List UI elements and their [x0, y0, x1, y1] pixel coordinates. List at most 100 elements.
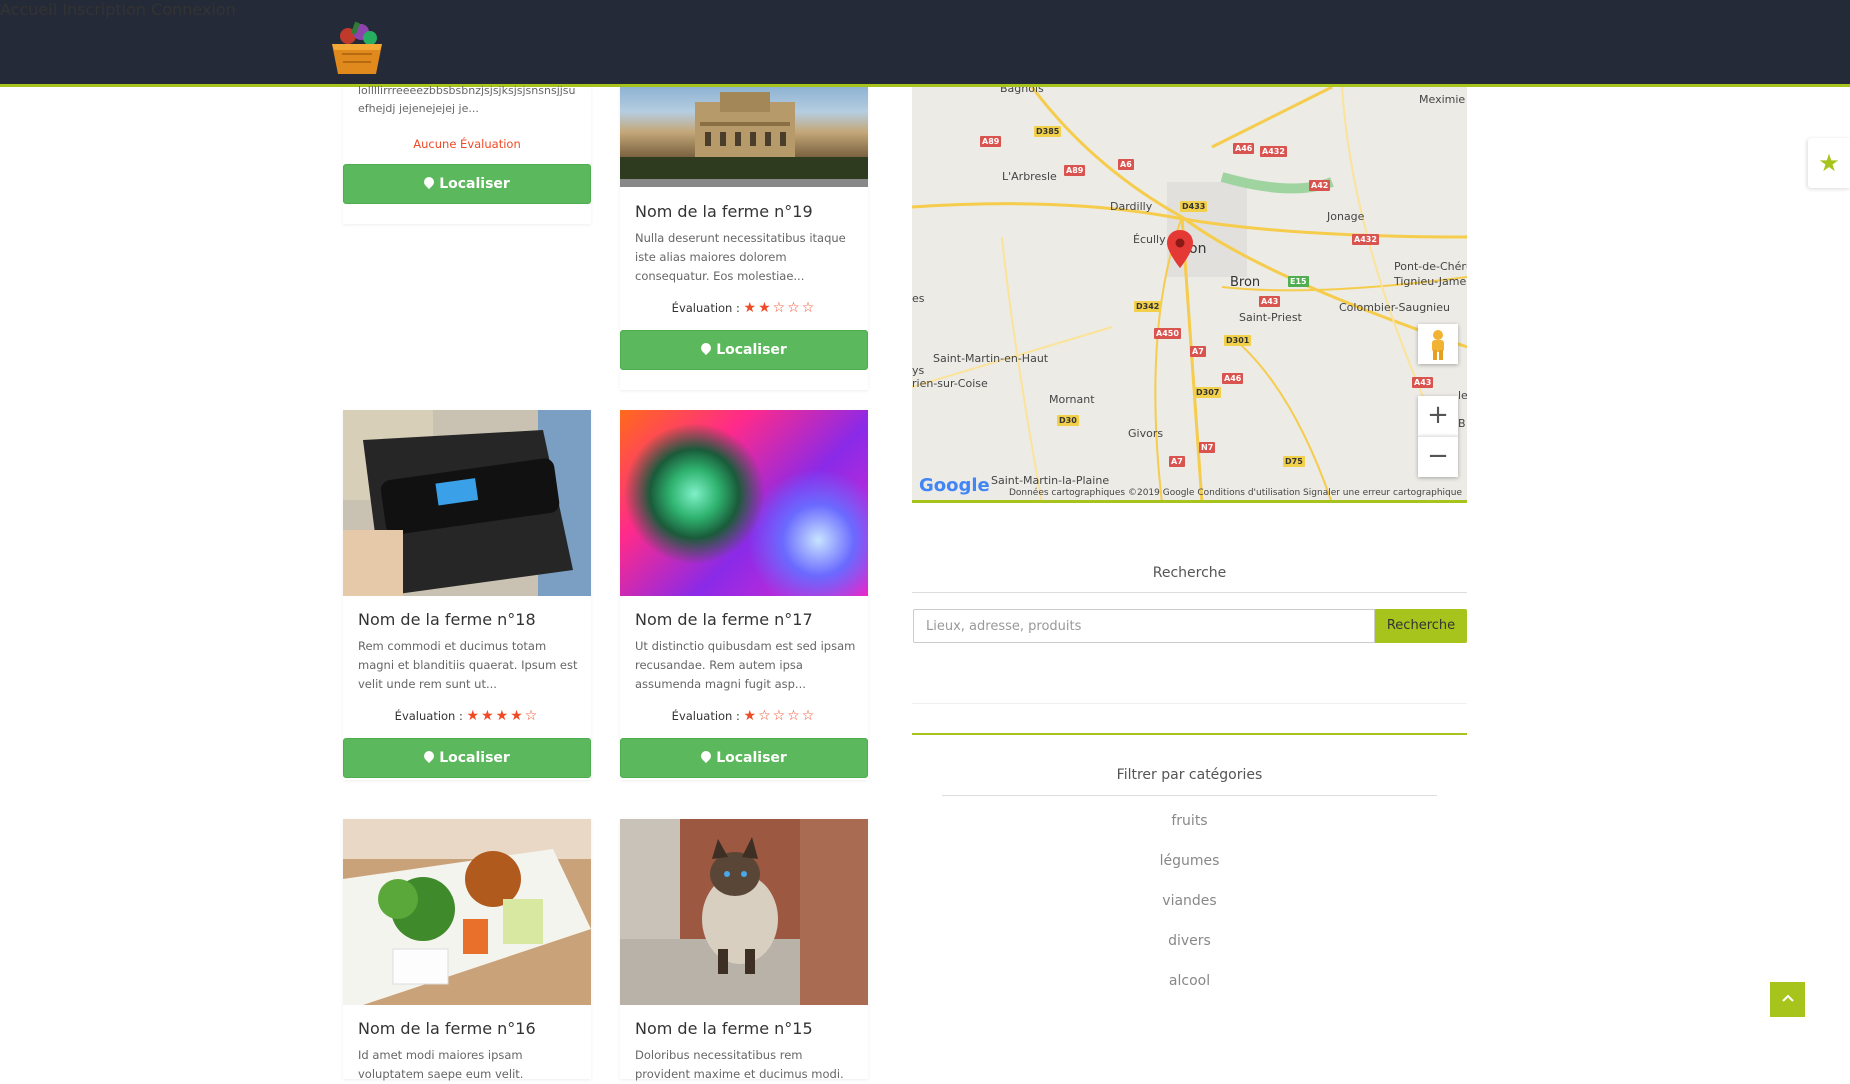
- map-label: Colombier-Saugnieu: [1339, 301, 1450, 314]
- map-label: Givors: [1128, 427, 1164, 440]
- road-badge: A42: [1309, 180, 1331, 191]
- map-label: Mornant: [1049, 393, 1095, 406]
- farm-photo[interactable]: [343, 819, 591, 1005]
- map-attribution[interactable]: Données cartographiques ©2019 Google Con…: [1009, 488, 1462, 498]
- farm-card: Nom de la ferme n°18 Rem commodi et duci…: [343, 410, 591, 780]
- search-input[interactable]: [913, 609, 1375, 643]
- basket-logo-icon[interactable]: [328, 20, 386, 76]
- road-badge: N7: [1199, 442, 1216, 453]
- road-badge: A46: [1222, 373, 1244, 384]
- location-marker-icon[interactable]: [1167, 230, 1193, 268]
- map-label: L'Arbresle: [1002, 170, 1057, 183]
- map-label: Saint-Martin-en-Haut: [933, 352, 1049, 365]
- road-badge: A7: [1169, 456, 1185, 467]
- road-badge: A46: [1233, 143, 1255, 154]
- nav-login-link[interactable]: Connexion: [151, 0, 236, 19]
- locate-button-label: Localiser: [716, 342, 787, 358]
- road-badge: D385: [1034, 126, 1062, 137]
- nav-signup-link[interactable]: Inscription: [62, 0, 146, 19]
- farm-card: Nom de la ferme n°16 Id amet modi maiore…: [343, 819, 591, 1081]
- chateau-image: [620, 92, 868, 187]
- divider: [912, 592, 1467, 593]
- road-badge: D433: [1180, 201, 1208, 212]
- road-badge: A89: [980, 136, 1002, 147]
- favorites-star-icon[interactable]: ★: [1808, 138, 1850, 188]
- road-badge: A432: [1352, 234, 1379, 245]
- farm-photo[interactable]: [620, 819, 868, 1005]
- road-badge: D342: [1134, 301, 1162, 312]
- card-title[interactable]: Nom de la ferme n°15: [635, 1019, 813, 1038]
- map-label: Meximie: [1419, 93, 1466, 106]
- map-marker-icon: [699, 340, 714, 356]
- road-badge: A6: [1118, 159, 1134, 170]
- map-marker-icon: [422, 748, 437, 764]
- road-badge: A450: [1154, 328, 1181, 339]
- map-label: Écully: [1133, 233, 1166, 246]
- map-label: ys: [912, 364, 925, 377]
- card-description: Ut distinctio quibusdam est sed ipsam re…: [635, 639, 856, 691]
- rating-label: Évaluation :: [394, 709, 463, 723]
- star-rating-icon: ★☆☆☆☆: [743, 708, 817, 724]
- search-section-title: Recherche: [1152, 565, 1227, 581]
- top-navbar: Accueil Inscription Connexion: [0, 0, 1850, 87]
- map-label: rien-sur-Coise: [912, 377, 988, 390]
- road-badge: E15: [1288, 276, 1309, 287]
- road-badge: A43: [1259, 296, 1281, 307]
- locate-button[interactable]: Localiser: [343, 164, 591, 204]
- road-badge: D307: [1194, 387, 1222, 398]
- map-label: B: [1458, 417, 1466, 430]
- category-link-fruits[interactable]: fruits: [912, 813, 1467, 829]
- filter-section-title: Filtrer par catégories: [1116, 767, 1263, 783]
- road-badge: D75: [1283, 456, 1305, 467]
- category-link-alcool[interactable]: alcool: [912, 973, 1467, 989]
- card-title[interactable]: Nom de la ferme n°19: [635, 202, 813, 221]
- star-rating-icon: ★★★★☆: [466, 708, 540, 724]
- nav-home-link[interactable]: Accueil: [0, 0, 57, 19]
- divider: [912, 733, 1467, 735]
- search-button[interactable]: Recherche: [1375, 609, 1467, 643]
- card-rating: Évaluation : ★☆☆☆☆: [620, 708, 868, 724]
- rating-label: Évaluation :: [671, 709, 740, 723]
- farm-photo[interactable]: [343, 410, 591, 596]
- farm-card: Nom de la ferme n°19 Nulla deserunt nece…: [620, 87, 868, 390]
- map-marker-icon: [699, 748, 714, 764]
- card-title[interactable]: Nom de la ferme n°16: [358, 1019, 536, 1038]
- map-label: es: [912, 292, 925, 305]
- food-box-image: [343, 819, 591, 1005]
- google-logo: Google: [919, 475, 990, 496]
- map-label: le: [1458, 389, 1467, 402]
- farm-card: Nom de la ferme n°17 Ut distinctio quibu…: [620, 410, 868, 780]
- locate-button[interactable]: Localiser: [620, 330, 868, 370]
- card-rating: Évaluation : ★★★★☆: [343, 708, 591, 724]
- music-player-image: [343, 410, 591, 596]
- card-description: Nulla deserunt necessitatibus itaque ist…: [635, 231, 846, 283]
- rating-label: Évaluation :: [671, 301, 740, 315]
- map-label: Jonage: [1327, 210, 1365, 223]
- category-link-legumes[interactable]: légumes: [912, 853, 1467, 869]
- locate-button[interactable]: Localiser: [620, 738, 868, 778]
- map-roads: [912, 87, 1467, 500]
- star-rating-icon: ★★☆☆☆: [743, 300, 817, 316]
- card-title[interactable]: Nom de la ferme n°17: [635, 610, 813, 629]
- locate-button-label: Localiser: [716, 750, 787, 766]
- back-to-top-button[interactable]: [1770, 982, 1805, 1017]
- category-link-divers[interactable]: divers: [912, 933, 1467, 949]
- google-map[interactable]: Bagnols Meximie L'Arbresle Dardilly Écul…: [912, 87, 1467, 503]
- map-label: Tignieu-Jame: [1394, 275, 1467, 288]
- road-badge: A89: [1064, 165, 1086, 176]
- card-title[interactable]: Nom de la ferme n°18: [358, 610, 536, 629]
- card-description: lollllirrreeeezbbsbsbnzjsjsjksjsjsnsnsjj…: [358, 84, 576, 115]
- street-view-pegman-icon[interactable]: [1418, 324, 1458, 364]
- farm-photo[interactable]: [620, 87, 868, 187]
- card-description: Id amet modi maiores ipsam voluptatem sa…: [358, 1048, 524, 1081]
- locate-button[interactable]: Localiser: [343, 738, 591, 778]
- map-label: Bron: [1230, 275, 1261, 290]
- map-label: Pont-de-Chéru: [1394, 260, 1467, 273]
- zoom-in-button[interactable]: +: [1418, 396, 1458, 436]
- road-badge: A7: [1190, 346, 1206, 357]
- farm-photo[interactable]: [620, 410, 868, 596]
- zoom-out-button[interactable]: −: [1418, 436, 1458, 477]
- map-label: Bagnols: [1000, 87, 1044, 95]
- category-link-viandes[interactable]: viandes: [912, 893, 1467, 909]
- card-description: Rem commodi et ducimus totam magni et bl…: [358, 639, 578, 691]
